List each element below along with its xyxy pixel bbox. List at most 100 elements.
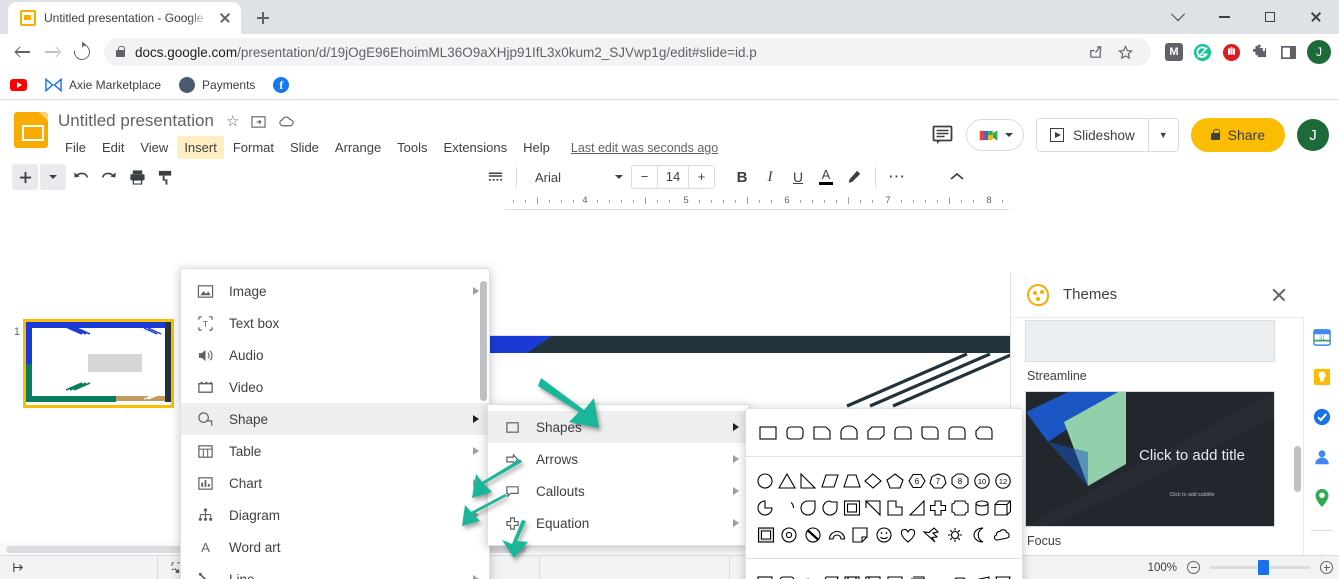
shape-snip-corner-rectangle[interactable] <box>808 419 835 446</box>
meet-button[interactable] <box>966 119 1024 151</box>
browser-tab[interactable]: Untitled presentation - Google Sl <box>8 2 241 34</box>
star-icon[interactable]: ☆ <box>226 114 239 129</box>
menu-item-line[interactable]: Line <box>181 563 489 579</box>
highlight-color-button[interactable] <box>841 164 867 190</box>
shape-hexagon[interactable]: 6 <box>906 467 928 494</box>
menu-item-image[interactable]: Image <box>181 275 489 307</box>
submenu-item-shapes[interactable]: Shapes <box>488 411 749 443</box>
shape-round-single-corner[interactable] <box>889 419 916 446</box>
shape-cylinder[interactable] <box>971 494 993 521</box>
shape-right-triangle[interactable] <box>797 467 819 494</box>
shape-flowchart-terminator[interactable] <box>927 569 949 579</box>
zoom-out-button[interactable] <box>1187 561 1200 574</box>
line-spacing-button[interactable] <box>482 164 508 190</box>
collapse-toolbar-button[interactable] <box>944 164 970 190</box>
shape-cloud[interactable] <box>990 521 1014 548</box>
back-button[interactable] <box>8 38 36 66</box>
bookmark-star-button[interactable] <box>1111 38 1139 66</box>
font-size-value[interactable]: 14 <box>657 166 689 188</box>
window-maximize-button[interactable] <box>1247 0 1293 34</box>
zoom-slider-knob[interactable] <box>1258 560 1269 575</box>
account-avatar[interactable]: J <box>1297 119 1329 151</box>
shape-parallelogram[interactable] <box>819 467 841 494</box>
window-minimize-button[interactable] <box>1201 0 1247 34</box>
shape-round-same-side-corner[interactable] <box>943 419 970 446</box>
shape-flowchart-manual-operation[interactable] <box>992 569 1014 579</box>
shape-teardrop[interactable] <box>797 494 819 521</box>
shape-l-shape[interactable] <box>884 494 906 521</box>
shape-cube[interactable] <box>992 494 1014 521</box>
slide-thumbnail-1[interactable] <box>26 322 171 405</box>
shape-rounded-rectangle[interactable] <box>781 419 808 446</box>
theme-thumbnail-partial[interactable] <box>1025 320 1275 362</box>
menu-format[interactable]: Format <box>226 136 281 159</box>
shape-flowchart-preparation[interactable] <box>949 569 971 579</box>
forward-button[interactable] <box>38 38 66 66</box>
window-expand-button[interactable] <box>1155 0 1201 34</box>
slideshow-button[interactable]: Slideshow ▼ <box>1036 118 1178 152</box>
shape-arc[interactable] <box>776 494 798 521</box>
themes-list[interactable]: Streamline Click to add title Click to a… <box>1011 318 1303 555</box>
text-color-button[interactable]: A <box>813 164 839 190</box>
zoom-controls[interactable]: 100% <box>1136 556 1339 579</box>
menu-item-textbox[interactable]: T Text box <box>181 307 489 339</box>
shape-diagonal-stripe[interactable] <box>906 494 928 521</box>
bookmark-axie-marketplace[interactable]: Axie Marketplace <box>45 78 161 92</box>
google-maps-icon[interactable] <box>1313 488 1331 508</box>
share-button[interactable]: Share <box>1191 118 1285 152</box>
shape-snip-round-rectangle[interactable] <box>970 419 997 446</box>
shape-pentagon[interactable] <box>884 467 906 494</box>
shape-flowchart-multidocument[interactable] <box>906 569 928 579</box>
window-close-button[interactable] <box>1293 0 1339 34</box>
shape-round-top-rectangle[interactable] <box>835 419 862 446</box>
google-contacts-icon[interactable] <box>1313 448 1331 466</box>
more-options-button[interactable]: ⋯ <box>884 164 910 190</box>
zoom-in-button[interactable] <box>1320 561 1333 574</box>
menu-slide[interactable]: Slide <box>283 136 326 159</box>
tab-close-icon[interactable] <box>217 10 233 26</box>
menu-item-wordart[interactable]: A Word art <box>181 531 489 563</box>
new-slide-dropdown[interactable] <box>40 164 66 190</box>
horizontal-ruler[interactable]: 4 5 6 7 8 9 <box>505 194 1009 210</box>
shape-bent-corner[interactable] <box>862 494 884 521</box>
shape-folded-corner[interactable] <box>849 521 873 548</box>
shape-flowchart-process[interactable] <box>754 569 776 579</box>
underline-button[interactable]: U <box>785 164 811 190</box>
adblock-extension-icon[interactable] <box>1222 43 1241 62</box>
paint-format-button[interactable] <box>152 164 178 190</box>
menu-insert[interactable]: Insert <box>177 136 224 159</box>
theme-thumbnail-focus[interactable]: Click to add title Click to add subtitle <box>1025 391 1275 527</box>
menu-edit[interactable]: Edit <box>95 136 131 159</box>
italic-button[interactable]: I <box>757 164 783 190</box>
google-keep-icon[interactable] <box>1313 368 1331 386</box>
shape-bevel[interactable] <box>754 521 778 548</box>
shape-heptagon[interactable]: 7 <box>927 467 949 494</box>
submenu-item-callouts[interactable]: Callouts <box>488 475 749 507</box>
shape-octagon[interactable]: 8 <box>949 467 971 494</box>
share-page-button[interactable] <box>1081 38 1109 66</box>
puzzle-extensions-icon[interactable] <box>1251 43 1270 62</box>
bookmark-payments[interactable]: Payments <box>179 77 255 93</box>
menu-item-chart[interactable]: Chart <box>181 467 489 499</box>
shape-cross[interactable] <box>927 494 949 521</box>
themes-scrollbar[interactable] <box>1294 446 1301 492</box>
shape-moon[interactable] <box>967 521 991 548</box>
shape-rectangle[interactable] <box>754 419 781 446</box>
menu-extensions[interactable]: Extensions <box>437 136 515 159</box>
shape-plaque[interactable] <box>949 494 971 521</box>
sidepanel-icon[interactable] <box>1280 44 1297 61</box>
menu-help[interactable]: Help <box>516 136 557 159</box>
shape-flowchart-predefined-process[interactable] <box>841 569 863 579</box>
grammarly-extension-icon[interactable] <box>1193 43 1212 62</box>
shape-flowchart-data[interactable] <box>819 569 841 579</box>
shape-flowchart-decision[interactable] <box>797 569 819 579</box>
shape-block-arc[interactable] <box>825 521 849 548</box>
close-icon[interactable] <box>1271 287 1287 303</box>
google-calendar-icon[interactable]: 31 <box>1313 328 1331 346</box>
new-slide-button[interactable] <box>12 164 38 190</box>
shape-flowchart-document[interactable] <box>884 569 906 579</box>
shape-round-diagonal-rectangle[interactable] <box>916 419 943 446</box>
insert-menu-scrollbar[interactable] <box>480 281 487 401</box>
shape-decagon[interactable]: 10 <box>971 467 993 494</box>
slide-filmstrip[interactable]: 1 <box>0 316 178 555</box>
